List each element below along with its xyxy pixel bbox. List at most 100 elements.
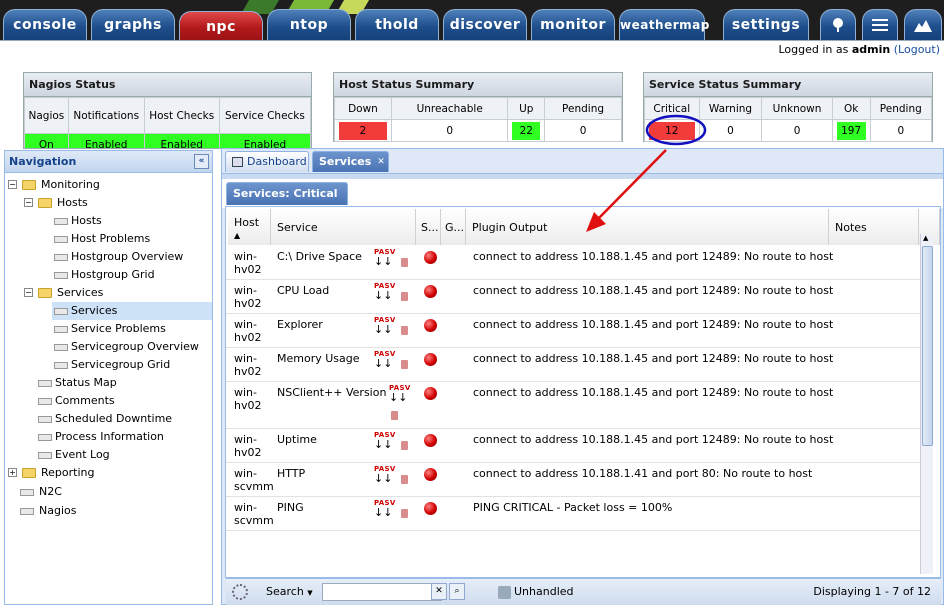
tree-item-servicegroup-overview[interactable]: Servicegroup Overview — [54, 338, 204, 356]
count-up-cell[interactable]: 22 — [507, 119, 546, 142]
navigation-panel: Navigation « − Monitoring − Hosts Hosts Ho… — [4, 150, 213, 605]
count-service-pending[interactable]: 0 — [869, 119, 933, 142]
tree-item-hosts-folder[interactable]: − Hosts — [24, 194, 204, 212]
count-unreachable[interactable]: 0 — [390, 119, 509, 142]
table-row[interactable]: win-scvmm HTTP PASV ↓↓ connect to addres… — [226, 463, 920, 497]
scroll-up-icon[interactable]: ▲ — [923, 234, 928, 242]
tab-graphs[interactable]: graphs — [91, 9, 175, 40]
subtab-services-critical[interactable]: Services: Critical✕ — [226, 182, 348, 221]
close-icon[interactable]: ✕ — [377, 152, 385, 172]
row-service[interactable]: Uptime — [277, 433, 317, 446]
status-notifications: Enabled — [67, 133, 145, 148]
login-bar: Logged in as admin (Logout) — [0, 40, 944, 58]
grid-scrollbar[interactable]: ▲ — [920, 234, 933, 574]
logout-link[interactable]: (Logout) — [894, 43, 940, 56]
refresh-icon[interactable] — [232, 584, 248, 600]
tab-ntop[interactable]: ntop — [267, 9, 351, 40]
count-unknown[interactable]: 0 — [761, 119, 833, 142]
count-critical: 12 — [649, 121, 695, 140]
tree-item-comments[interactable]: Comments — [38, 392, 198, 410]
tree-item-event-log[interactable]: Event Log — [38, 446, 198, 464]
tree-item-n2c[interactable]: N2C — [20, 483, 200, 501]
count-ok-cell[interactable]: 197 — [831, 119, 871, 142]
tree-item-hosts[interactable]: Hosts — [54, 212, 204, 230]
tab-discover[interactable]: discover — [443, 9, 527, 40]
passive-arrows-icon: ↓↓ — [374, 438, 393, 451]
collapse-toggle-icon[interactable]: − — [24, 198, 33, 207]
tree-item-servicegroup-grid[interactable]: Servicegroup Grid — [54, 356, 204, 374]
tree-item-monitoring[interactable]: − Monitoring — [8, 176, 208, 194]
row-service[interactable]: C:\ Drive Space — [277, 250, 362, 263]
column-header-notes[interactable]: Notes — [829, 209, 919, 245]
count-down-cell[interactable]: 2 — [334, 119, 392, 142]
count-critical-cell[interactable]: 12 — [644, 119, 700, 142]
tree-item-services-folder[interactable]: − Services — [24, 284, 204, 302]
collapse-icon[interactable]: « — [194, 154, 209, 169]
notifications-disabled-icon — [401, 258, 408, 267]
tree-item-reporting[interactable]: + Reporting — [8, 464, 208, 482]
search-label: Search — [266, 585, 304, 598]
tab-dashboard[interactable]: Dashboard — [225, 151, 309, 172]
tree-item-scheduled-downtime[interactable]: Scheduled Downtime — [38, 410, 198, 428]
search-input[interactable] — [322, 583, 442, 601]
folder-icon — [22, 180, 36, 190]
column-header-plugin-output[interactable]: Plugin Output — [466, 209, 829, 245]
column-header-graph[interactable]: G... — [441, 209, 466, 245]
count-warning[interactable]: 0 — [698, 119, 763, 142]
table-row[interactable]: win-hv02 Memory Usage PASV ↓↓ connect to… — [226, 348, 920, 382]
row-service[interactable]: NSClient++ Version — [277, 386, 386, 399]
tree-item-status-map[interactable]: Status Map — [38, 374, 198, 392]
tree-item-services[interactable]: Services — [52, 302, 212, 320]
count-up: 22 — [512, 121, 541, 140]
critical-status-icon — [424, 387, 437, 400]
tab-settings[interactable]: settings — [723, 9, 809, 40]
nagios-status-table: Nagios Notifications Host Checks Service… — [24, 97, 311, 148]
header-critical: Critical — [644, 97, 700, 120]
search-icon[interactable]: ⌕ — [449, 583, 465, 600]
grid-toolbar: Search ▼ ✕ ⌕ Unhandled Displaying 1 - 7 … — [226, 578, 941, 605]
row-service[interactable]: PING — [277, 501, 304, 514]
unhandled-toggle[interactable]: Unhandled — [498, 579, 574, 605]
table-row[interactable]: win-hv02 CPU Load PASV ↓↓ connect to add… — [226, 280, 920, 314]
tab-services[interactable]: Services ✕ — [312, 151, 389, 172]
column-header-status[interactable]: S... — [416, 209, 441, 245]
row-service[interactable]: CPU Load — [277, 284, 329, 297]
critical-status-icon — [424, 434, 437, 447]
navigation-header: Navigation « — [5, 151, 212, 173]
tree-item-service-problems[interactable]: Service Problems — [54, 320, 204, 338]
search-menu[interactable]: Search ▼ — [266, 579, 313, 606]
row-service[interactable]: Explorer — [277, 318, 323, 331]
row-service[interactable]: HTTP — [277, 467, 305, 480]
table-row[interactable]: win-hv02 Uptime PASV ↓↓ connect to addre… — [226, 429, 920, 463]
clear-search-icon[interactable]: ✕ — [431, 583, 447, 600]
critical-status-icon — [424, 353, 437, 366]
graph-icon-button[interactable] — [904, 9, 942, 40]
table-row[interactable]: win-hv02 Explorer PASV ↓↓ connect to add… — [226, 314, 920, 348]
row-service[interactable]: Memory Usage — [277, 352, 360, 365]
tree-item-host-problems[interactable]: Host Problems — [54, 230, 204, 248]
column-header-service[interactable]: Service — [271, 209, 416, 245]
tab-thold[interactable]: thold — [355, 9, 439, 40]
tab-npc[interactable]: npc — [179, 11, 263, 40]
tab-console[interactable]: console — [3, 9, 87, 40]
tree-item-hostgroup-overview[interactable]: Hostgroup Overview — [54, 248, 204, 266]
tab-weathermap[interactable]: weathermap — [619, 9, 709, 40]
collapse-toggle-icon[interactable]: − — [8, 180, 17, 189]
tree-item-nagios[interactable]: Nagios — [20, 502, 200, 520]
list-icon-button[interactable] — [862, 9, 898, 40]
tree-item-hostgroup-grid[interactable]: Hostgroup Grid — [54, 266, 204, 284]
leaf-icon — [20, 508, 34, 515]
leaf-icon — [38, 416, 52, 423]
collapse-toggle-icon[interactable]: − — [24, 288, 33, 297]
tree-item-process-information[interactable]: Process Information — [38, 428, 198, 446]
tab-monitor[interactable]: monitor — [531, 9, 615, 40]
table-row[interactable]: win-scvmm PING PASV ↓↓ PING CRITICAL - P… — [226, 497, 920, 531]
expand-toggle-icon[interactable]: + — [8, 468, 17, 477]
scrollbar-thumb[interactable] — [922, 246, 933, 446]
table-row[interactable]: win-hv02 NSClient++ Version PASV ↓↓ conn… — [226, 382, 920, 429]
column-header-host[interactable]: Host ▲ — [228, 209, 271, 245]
count-pending[interactable]: 0 — [544, 119, 622, 142]
passive-arrows-icon: ↓↓ — [374, 506, 393, 519]
table-row[interactable]: win-hv02 C:\ Drive Space PASV ↓↓ connect… — [226, 246, 920, 280]
tree-icon-button[interactable] — [820, 9, 856, 40]
